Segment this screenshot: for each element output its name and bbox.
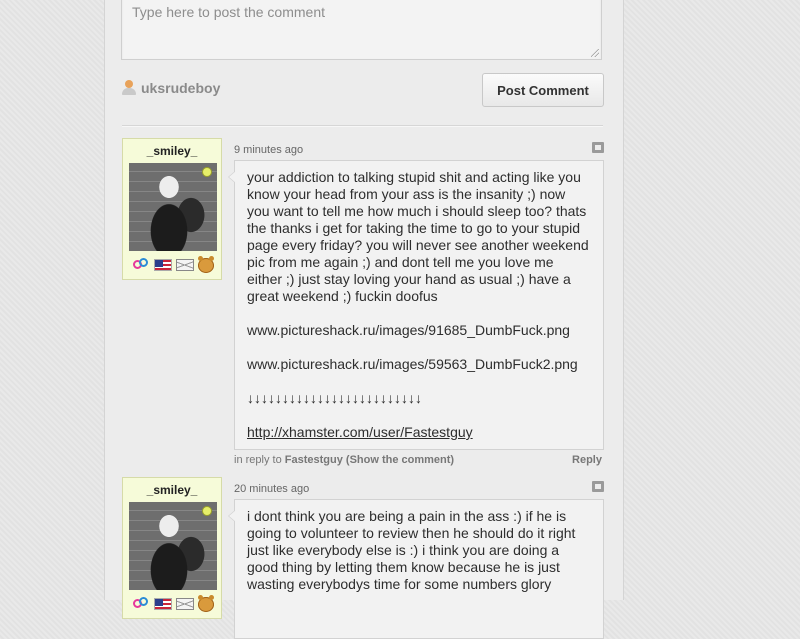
report-flag-icon[interactable] xyxy=(592,142,604,153)
comment-timestamp: 9 minutes ago xyxy=(234,144,304,156)
section-divider xyxy=(122,125,603,127)
comment-link[interactable]: http://xhamster.com/user/Fastestguy xyxy=(247,424,473,440)
comment-timestamp: 20 minutes ago xyxy=(234,483,310,495)
monkey-face-icon xyxy=(198,255,214,273)
show-comment-link[interactable]: (Show the comment) xyxy=(346,454,454,466)
in-reply-prefix: in reply to xyxy=(234,454,282,466)
author-card[interactable]: _smiley_ xyxy=(122,477,222,619)
author-badges xyxy=(132,255,214,273)
author-name[interactable]: _smiley_ xyxy=(123,144,221,158)
online-icon xyxy=(202,167,212,177)
post-comment-button[interactable]: Post Comment xyxy=(482,73,604,107)
couple-gender-icon xyxy=(132,257,150,273)
author-card[interactable]: _smiley_ xyxy=(122,138,222,280)
comment-text: www.pictureshack.ru/images/59563_DumbFuc… xyxy=(247,356,578,372)
comment-text: www.pictureshack.ru/images/91685_DumbFuc… xyxy=(247,322,570,338)
author-avatar[interactable] xyxy=(129,502,217,590)
comment-input[interactable] xyxy=(122,0,601,59)
couple-gender-icon xyxy=(132,596,150,612)
comment-text: your addiction to talking stupid shit an… xyxy=(247,169,593,304)
author-name[interactable]: _smiley_ xyxy=(123,483,221,497)
reply-button[interactable]: Reply xyxy=(572,454,602,466)
comment-text: ↓↓↓↓↓↓↓↓↓↓↓↓↓↓↓↓↓↓↓↓↓↓↓↓↓ xyxy=(247,390,422,406)
user-icon xyxy=(122,80,136,96)
resize-grip-icon[interactable] xyxy=(591,49,599,57)
comment-item: _smiley_ 9 minutes ago your addiction to… xyxy=(122,138,604,478)
comment-body: your addiction to talking stupid shit an… xyxy=(228,160,604,450)
us-flag-icon xyxy=(154,259,172,271)
author-avatar[interactable] xyxy=(129,163,217,251)
reply-info: in reply to Fastestguy (Show the comment… xyxy=(234,454,604,466)
comment-body: i dont think you are being a pain in the… xyxy=(228,499,604,639)
comment-textarea-container[interactable] xyxy=(121,0,602,60)
current-user: uksrudeboy xyxy=(122,80,220,96)
author-badges xyxy=(132,594,214,612)
current-username[interactable]: uksrudeboy xyxy=(141,80,220,96)
report-flag-icon[interactable] xyxy=(592,481,604,492)
envelope-icon[interactable] xyxy=(176,259,194,271)
monkey-face-icon xyxy=(198,594,214,612)
in-reply-user[interactable]: Fastestguy xyxy=(285,454,343,466)
comment-text: i dont think you are being a pain in the… xyxy=(247,508,580,592)
comment-item: _smiley_ 20 minutes ago i dont think you… xyxy=(122,477,604,639)
online-icon xyxy=(202,506,212,516)
